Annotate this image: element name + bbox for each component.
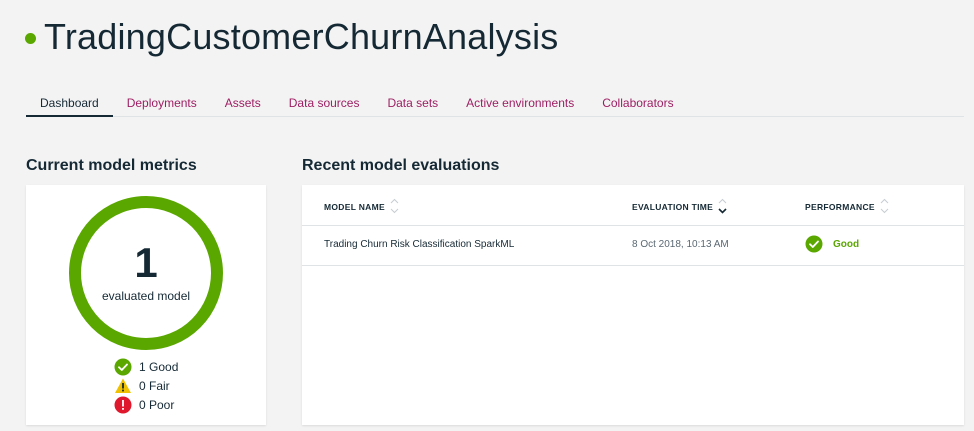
legend-item-poor: 0 Poor [114,395,178,414]
metrics-legend: 1 Good 0 Fair 0 Poor [114,357,178,414]
tab-collaborators[interactable]: Collaborators [588,86,687,115]
project-title: TradingCustomerChurnAnalysis [44,16,559,57]
evaluation-time-cell: 8 Oct 2018, 10:13 AM [632,239,729,250]
column-header-evaluation-time[interactable]: EVALUATION TIME [632,197,727,215]
check-circle-icon [805,235,823,253]
evaluations-section-title: Recent model evaluations [302,157,500,174]
warning-triangle-icon [115,378,131,393]
tab-assets[interactable]: Assets [211,86,275,115]
project-status-dot [25,32,36,44]
tab-data-sources[interactable]: Data sources [275,86,374,115]
evaluations-table: MODEL NAME EVALUATION TIME PERFORMANCE T… [302,185,964,425]
performance-label: Good [833,238,860,250]
check-circle-icon [114,358,132,375]
tab-dashboard[interactable]: Dashboard [26,86,113,117]
sort-descending-icon[interactable] [718,197,727,215]
legend-item-fair: 0 Fair [114,376,178,395]
model-name-cell: Trading Churn Risk Classification SparkM… [324,239,515,250]
table-row[interactable]: Trading Churn Risk Classification SparkM… [302,226,964,266]
metrics-card: 1 evaluated model 1 Good 0 Fair 0 Poor [26,185,266,425]
sort-icon[interactable] [390,197,399,215]
column-header-performance[interactable]: PERFORMANCE [805,197,889,215]
tab-active-environments[interactable]: Active environments [452,86,588,115]
legend-item-good: 1 Good [114,357,178,376]
legend-label-good: 1 Good [139,359,179,374]
legend-label-fair: 0 Fair [139,378,170,393]
project-tabs: Dashboard Deployments Assets Data source… [26,86,964,117]
tab-deployments[interactable]: Deployments [113,86,211,115]
error-circle-icon [114,396,132,413]
sort-icon[interactable] [880,197,889,215]
performance-cell: Good [805,235,859,253]
evaluated-model-count: 1 [134,239,158,286]
tab-data-sets[interactable]: Data sets [373,86,452,115]
evaluated-model-caption: evaluated model [101,289,191,303]
column-header-model-name[interactable]: MODEL NAME [324,197,399,215]
legend-label-poor: 0 Poor [139,397,175,412]
metrics-section-title: Current model metrics [26,157,197,174]
project-header: TradingCustomerChurnAnalysis [25,16,558,58]
table-header: MODEL NAME EVALUATION TIME PERFORMANCE [302,185,964,226]
